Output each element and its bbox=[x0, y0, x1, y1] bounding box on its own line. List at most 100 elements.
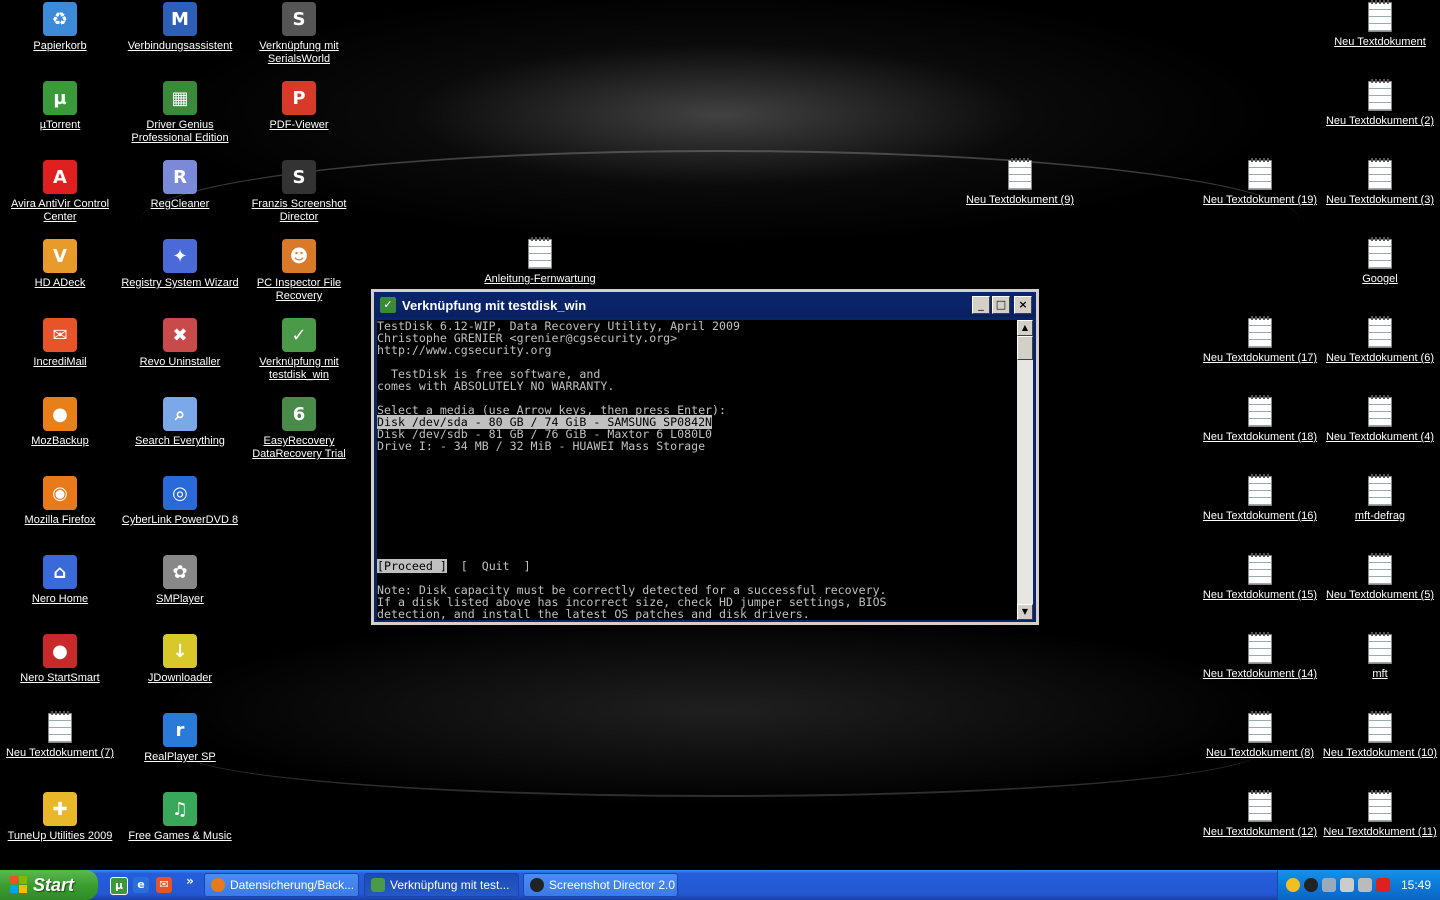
desktop-icon[interactable]: Neu Textdokument (4) bbox=[1321, 395, 1439, 444]
quicklaunch-ie-icon[interactable]: e bbox=[133, 877, 149, 893]
console-line: detection, and install the latest OS pat… bbox=[377, 607, 810, 620]
desktop-icon[interactable]: Neu Textdokument (6) bbox=[1321, 316, 1439, 365]
desktop-icon[interactable]: ◎ CyberLink PowerDVD 8 bbox=[121, 476, 239, 527]
desktop-icon-label: Neu Textdokument (18) bbox=[1202, 431, 1318, 443]
minimize-button[interactable]: _ bbox=[972, 296, 990, 314]
desktop-icon[interactable]: V HD ADeck bbox=[1, 239, 119, 290]
desktop-icon[interactable]: ✓ Verknüpfung mit testdisk_win bbox=[240, 318, 358, 382]
desktop-icon[interactable]: ☻ PC Inspector File Recovery bbox=[240, 239, 358, 303]
console-scrollbar[interactable]: ▲ ▼ bbox=[1017, 320, 1033, 620]
desktop-icon[interactable]: ● MozBackup bbox=[1, 397, 119, 448]
desktop-icon[interactable]: ✖ Revo Uninstaller bbox=[121, 318, 239, 369]
desktop-icon-label: PC Inspector File Recovery bbox=[256, 277, 342, 302]
desktop-icon[interactable]: ⌕ Search Everything bbox=[121, 397, 239, 448]
desktop-icon[interactable]: ↓ JDownloader bbox=[121, 634, 239, 685]
media-list[interactable]: Disk /dev/sda - 80 GB / 74 GiB - SAMSUNG… bbox=[377, 415, 1017, 453]
desktop-icon[interactable]: Neu Textdokument (5) bbox=[1321, 553, 1439, 602]
tray-network-icon[interactable] bbox=[1322, 878, 1336, 892]
desktop-icon[interactable]: ⌂ Nero Home bbox=[1, 555, 119, 606]
desktop-icon[interactable]: Neu Textdokument (7) bbox=[1, 711, 119, 760]
text-document-icon bbox=[1248, 395, 1272, 427]
maximize-button[interactable]: □ bbox=[992, 296, 1010, 314]
desktop-icon[interactable]: Neu Textdokument (19) bbox=[1201, 158, 1319, 207]
desktop-icon[interactable]: mft-defrag bbox=[1321, 474, 1439, 523]
desktop-icon[interactable]: ✚ TuneUp Utilities 2009 bbox=[1, 792, 119, 843]
screenshot-director-icon: S bbox=[282, 160, 316, 194]
desktop-icon-label: µTorrent bbox=[39, 119, 81, 131]
desktop-icon[interactable]: Neu Textdokument bbox=[1321, 0, 1439, 49]
window-titlebar[interactable]: ✓ Verknüpfung mit testdisk_win _ □ × bbox=[375, 293, 1035, 317]
desktop-icon[interactable]: Neu Textdokument (16) bbox=[1201, 474, 1319, 523]
tray-screenshot-icon[interactable] bbox=[1304, 878, 1318, 892]
desktop-icon-label: SMPlayer bbox=[156, 593, 204, 605]
tray-hardware-icon[interactable] bbox=[1340, 878, 1354, 892]
task-screenshot-director[interactable]: Screenshot Director 2.0 bbox=[523, 873, 678, 897]
close-button[interactable]: × bbox=[1014, 296, 1032, 314]
console-window[interactable]: ✓ Verknüpfung mit testdisk_win _ □ × Tes… bbox=[371, 289, 1039, 625]
desktop-icon[interactable]: Neu Textdokument (2) bbox=[1321, 79, 1439, 128]
desktop-icon[interactable]: Neu Textdokument (9) bbox=[961, 158, 1079, 207]
desktop-icon[interactable]: ▦ Driver Genius Professional Edition bbox=[121, 81, 239, 145]
free-games-icon: ♫ bbox=[163, 792, 197, 826]
desktop-icon[interactable]: S Verknüpfung mit SerialsWorld bbox=[240, 2, 358, 66]
text-document-icon bbox=[1368, 158, 1392, 190]
desktop-icon[interactable]: r RealPlayer SP bbox=[121, 713, 239, 764]
desktop-icon[interactable]: 6 EasyRecovery DataRecovery Trial bbox=[240, 397, 358, 461]
desktop-icon[interactable]: R RegCleaner bbox=[121, 160, 239, 211]
pdf-viewer-icon: P bbox=[282, 81, 316, 115]
quicklaunch-overflow-icon[interactable]: » bbox=[182, 873, 198, 889]
desktop-icon[interactable]: Anleitung-Fernwartung bbox=[481, 237, 599, 286]
desktop-icon[interactable]: A Avira AntiVir Control Center bbox=[1, 160, 119, 224]
text-document-icon bbox=[1008, 158, 1032, 190]
console-spacer bbox=[377, 452, 1017, 560]
desktop-icon-label: Revo Uninstaller bbox=[139, 356, 221, 368]
console-output[interactable]: TestDisk 6.12-WIP, Data Recovery Utility… bbox=[377, 320, 1017, 620]
desktop-icon[interactable]: Neu Textdokument (10) bbox=[1321, 711, 1439, 760]
scroll-down-arrow-icon[interactable]: ▼ bbox=[1017, 604, 1033, 620]
tray-agent-icon[interactable] bbox=[1358, 878, 1372, 892]
quit-button[interactable]: [ Quit ] bbox=[461, 559, 531, 573]
desktop-icon[interactable]: Neu Textdokument (11) bbox=[1321, 790, 1439, 839]
start-button[interactable]: Start bbox=[0, 870, 98, 900]
pc-inspector-icon: ☻ bbox=[282, 239, 316, 273]
desktop-icon[interactable]: ♻ Papierkorb bbox=[1, 2, 119, 53]
hd-adeck-icon: V bbox=[43, 239, 77, 273]
scroll-up-arrow-icon[interactable]: ▲ bbox=[1017, 320, 1033, 336]
tray-avira-icon[interactable] bbox=[1376, 878, 1390, 892]
media-item[interactable]: Drive I: - 34 MB / 32 MiB - HUAWEI Mass … bbox=[377, 439, 705, 453]
task-datensicherung[interactable]: Datensicherung/Back... bbox=[204, 873, 359, 897]
desktop-icon[interactable]: ✿ SMPlayer bbox=[121, 555, 239, 606]
scroll-thumb[interactable] bbox=[1017, 336, 1033, 360]
quicklaunch-utorrent-icon[interactable]: µ bbox=[110, 877, 128, 895]
desktop-icon-label: Neu Textdokument (9) bbox=[965, 194, 1075, 206]
desktop-icon[interactable]: S Franzis Screenshot Director bbox=[240, 160, 358, 224]
desktop-icon[interactable]: Neu Textdokument (14) bbox=[1201, 632, 1319, 681]
desktop-icon[interactable]: Neu Textdokument (18) bbox=[1201, 395, 1319, 444]
desktop-icon[interactable]: Neu Textdokument (15) bbox=[1201, 553, 1319, 602]
desktop-icon[interactable]: ● Nero StartSmart bbox=[1, 634, 119, 685]
desktop-icon[interactable]: Neu Textdokument (12) bbox=[1201, 790, 1319, 839]
quicklaunch-incredimail-icon[interactable]: ✉ bbox=[156, 877, 172, 893]
desktop-icon[interactable]: Neu Textdokument (8) bbox=[1201, 711, 1319, 760]
desktop-icon-label: Nero Home bbox=[31, 593, 89, 605]
desktop-icon[interactable]: M Verbindungsassistent bbox=[121, 2, 239, 53]
console-header-text: TestDisk 6.12-WIP, Data Recovery Utility… bbox=[377, 320, 1017, 416]
desktop-icon[interactable]: µ µTorrent bbox=[1, 81, 119, 132]
desktop-icon[interactable]: ✦ Registry System Wizard bbox=[121, 239, 239, 290]
desktop-icon[interactable]: Googel bbox=[1321, 237, 1439, 286]
proceed-button[interactable]: [Proceed ] bbox=[377, 559, 447, 573]
desktop-icon[interactable]: ✉ IncrediMail bbox=[1, 318, 119, 369]
desktop-icon[interactable]: P PDF-Viewer bbox=[240, 81, 358, 132]
desktop-icon[interactable]: ♫ Free Games & Music bbox=[121, 792, 239, 843]
mozbackup-icon: ● bbox=[43, 397, 77, 431]
smplayer-icon: ✿ bbox=[163, 555, 197, 589]
desktop-icon[interactable]: Neu Textdokument (3) bbox=[1321, 158, 1439, 207]
utorrent-icon: µ bbox=[43, 81, 77, 115]
desktop-icon[interactable]: mft bbox=[1321, 632, 1439, 681]
tray-messenger-icon[interactable] bbox=[1286, 878, 1300, 892]
task-testdisk[interactable]: Verknüpfung mit test... bbox=[364, 873, 519, 897]
desktop-icon-label: Neu Textdokument (14) bbox=[1202, 668, 1318, 680]
desktop-icon[interactable]: ◉ Mozilla Firefox bbox=[1, 476, 119, 527]
desktop-icon[interactable]: Neu Textdokument (17) bbox=[1201, 316, 1319, 365]
desktop-icon-label: JDownloader bbox=[147, 672, 213, 684]
